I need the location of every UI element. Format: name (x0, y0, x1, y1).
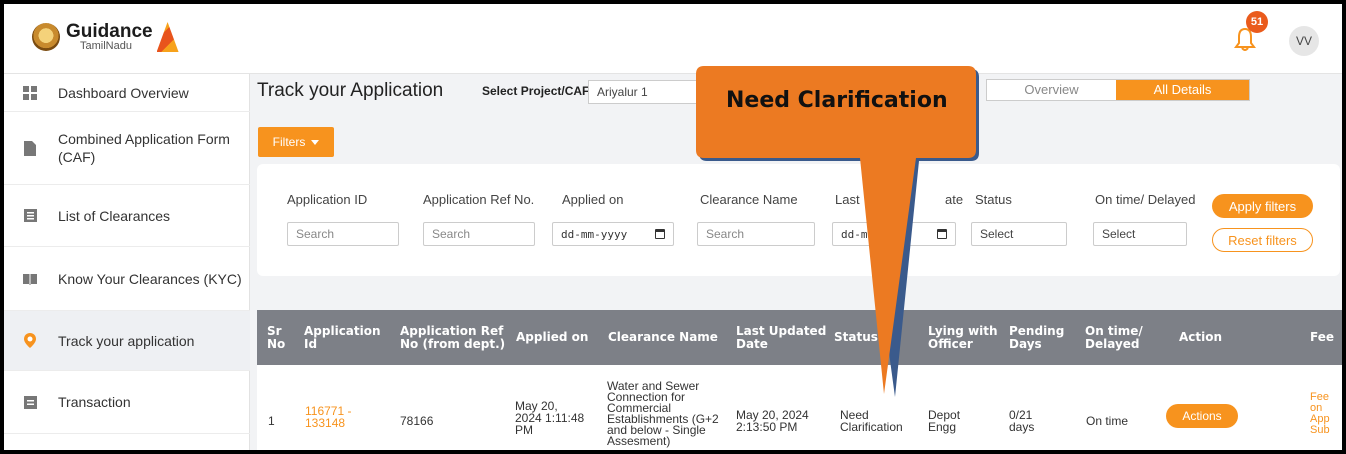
filter-label-application-ref: Application Ref No. (423, 192, 535, 207)
sidebar-item-kyc[interactable]: Know Your Clearances (KYC) (4, 247, 250, 311)
filter-label-last-updated-tail: ate (945, 192, 964, 207)
column-header-lying-with-officer: Lying with Officer (928, 323, 998, 351)
filter-label-applied-on: Applied on (562, 192, 624, 207)
calendar-icon[interactable] (937, 229, 947, 239)
last-updated-date-placeholder: dd-m (841, 227, 868, 241)
sidebar: Dashboard Overview Combined Application … (4, 74, 250, 450)
column-header-applied-on: Applied on (516, 330, 589, 344)
cell-status: Need Clarification (840, 408, 903, 434)
status-select[interactable]: Select (971, 222, 1067, 246)
cell-applied-on: May 20, 2024 1:11:48 PM (515, 399, 585, 437)
document-icon (22, 140, 38, 156)
column-header-ref-no: Application Ref No (from dept.) (400, 323, 506, 351)
page-title: Track your Application (257, 80, 444, 101)
column-header-status: Status (834, 330, 878, 344)
last-updated-date-input[interactable]: dd-m (832, 222, 956, 246)
column-header-pending-days: Pending Days (1009, 323, 1065, 351)
column-header-last-updated: Last Updated Date (736, 323, 827, 351)
cell-fee-link[interactable]: Fee on App Sub (1310, 392, 1330, 444)
sidebar-item-track-your-application[interactable]: Track your application (4, 311, 250, 371)
filters-button-label: Filters (272, 135, 306, 149)
transaction-icon (22, 394, 38, 410)
column-header-sr-no: Sr No (267, 323, 286, 351)
actions-button[interactable]: Actions (1166, 404, 1238, 428)
application-ref-search-input[interactable]: Search (423, 222, 535, 246)
filter-label-clearance-name: Clearance Name (700, 192, 798, 207)
location-pin-icon (22, 333, 38, 349)
flame-logo-icon (156, 22, 179, 52)
logo-subtitle: TamilNadu (80, 40, 132, 52)
list-icon (22, 208, 38, 224)
filter-panel: Application ID Application Ref No. Appli… (257, 164, 1340, 276)
column-header-fee: Fee (1310, 330, 1334, 344)
cell-application-id-link[interactable]: 116771 - 133148 (305, 405, 363, 429)
user-avatar[interactable]: VV (1289, 26, 1319, 56)
caret-down-icon (311, 139, 320, 145)
sidebar-item-label: Track your application (58, 332, 195, 349)
column-header-application-id: Application Id (304, 323, 381, 351)
clearance-name-search-input[interactable]: Search (697, 222, 815, 246)
cell-pending-days: 0/21 days (1009, 408, 1035, 434)
filter-label-status: Status (975, 192, 1012, 207)
apply-filters-button[interactable]: Apply filters (1212, 194, 1313, 218)
filters-button[interactable]: Filters (258, 127, 334, 157)
project-select-label: Select Project/CAF (482, 84, 590, 98)
tn-emblem-icon (32, 23, 60, 51)
column-header-on-time: On time/ Delayed (1085, 323, 1143, 351)
app-window: Guidance TamilNadu 51 VV Dashboard Overv… (4, 4, 1342, 450)
column-header-action: Action (1179, 330, 1223, 344)
sidebar-item-label: Dashboard Overview (58, 84, 189, 101)
sidebar-item-transaction[interactable]: Transaction (4, 371, 250, 434)
tab-overview[interactable]: Overview (987, 80, 1116, 100)
cell-last-updated: May 20, 2024 2:13:50 PM (736, 408, 809, 434)
cell-on-time: On time (1086, 414, 1129, 428)
callout-text: Need Clarification (726, 88, 948, 113)
sidebar-item-label: List of Clearances (58, 207, 171, 224)
calendar-icon[interactable] (655, 229, 665, 239)
table-header: Sr No Application Id Application Ref No … (257, 310, 1342, 365)
application-id-search-input[interactable]: Search (287, 222, 399, 246)
cell-ref-no: 78166 (400, 414, 434, 428)
sidebar-item-label: Transaction (58, 394, 131, 410)
sidebar-item-caf[interactable]: Combined Application Form (CAF) (4, 112, 250, 185)
filter-label-application-id: Application ID (287, 192, 368, 207)
cell-lying-with-officer: Depot Engg (928, 408, 961, 434)
sidebar-item-label: Know Your Clearances (KYC) (58, 270, 242, 287)
cell-sr-no: 1 (268, 414, 275, 428)
filter-label-last-updated: Last (835, 192, 860, 207)
project-select[interactable]: Ariyalur 1 (588, 80, 706, 104)
applied-on-date-input[interactable]: dd-mm-yyyy (552, 222, 674, 246)
logo-title: Guidance (66, 21, 153, 42)
notification-count-badge: 51 (1246, 11, 1268, 33)
filter-label-on-time: On time/ Delayed (1095, 192, 1196, 207)
on-time-select[interactable]: Select (1093, 222, 1187, 246)
tab-all-details[interactable]: All Details (1116, 80, 1249, 100)
cell-clearance-name: Water and Sewer Connection for Commercia… (607, 379, 719, 448)
top-header: Guidance TamilNadu 51 VV (4, 4, 1342, 74)
sidebar-item-label: Combined Application Form (CAF) (58, 131, 230, 165)
dashboard-icon (22, 85, 38, 101)
view-toggle: Overview All Details (986, 79, 1250, 101)
applied-on-date-placeholder: dd-mm-yyyy (561, 227, 628, 241)
book-icon (22, 271, 38, 287)
reset-filters-button[interactable]: Reset filters (1212, 228, 1313, 252)
sidebar-item-dashboard-overview[interactable]: Dashboard Overview (4, 74, 250, 112)
sidebar-item-list-of-clearances[interactable]: List of Clearances (4, 185, 250, 247)
column-header-clearance-name: Clearance Name (608, 330, 718, 344)
guidance-logo[interactable]: Guidance TamilNadu (32, 22, 179, 52)
